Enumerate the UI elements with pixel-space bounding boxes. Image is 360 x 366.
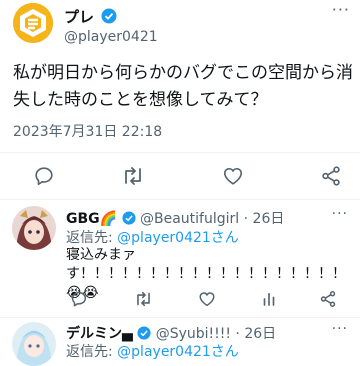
reply-display-name[interactable]: GBG🌈 (66, 211, 117, 227)
retweet-icon[interactable] (120, 163, 146, 189)
retweet-icon[interactable] (130, 286, 156, 312)
reply-header: GBG🌈 @Beautifulgirl · 26日 (66, 208, 284, 228)
main-display-name[interactable]: プレ (64, 8, 94, 26)
like-icon[interactable] (194, 286, 220, 312)
reply-to-handle[interactable]: @player0421さん (117, 230, 239, 246)
reply-date[interactable]: 26日 (244, 326, 276, 342)
more-options-icon[interactable]: ··· (332, 0, 350, 19)
more-options-icon[interactable]: ··· (332, 206, 348, 222)
reply-handle[interactable]: @Syubi!!!! (156, 326, 231, 342)
main-tweet-text: 私が明日から何らかのバグでこの空間から消失した時のことを想像してみて？ (13, 63, 353, 110)
anime-avatar-icon (12, 322, 56, 366)
reply-handle[interactable]: @Beautifulgirl (140, 211, 239, 227)
anime-avatar-icon (12, 206, 56, 250)
divider (0, 199, 360, 200)
reply-to-prefix: 返信先: (66, 230, 118, 246)
reply-icon[interactable] (66, 286, 92, 312)
separator-dot: · (235, 326, 240, 342)
reply-to-line: 返信先: @player0421さん (66, 341, 239, 361)
main-tweet-timestamp[interactable]: 2023年7月31日 22:18 (13, 121, 162, 141)
divider (0, 152, 360, 153)
reply-date[interactable]: 26日 (253, 211, 285, 227)
more-options-icon[interactable]: ··· (332, 321, 348, 337)
share-icon[interactable] (315, 286, 341, 312)
verified-badge-icon (121, 211, 136, 225)
verified-badge-icon (137, 326, 151, 340)
reply-avatar[interactable] (12, 206, 56, 250)
divider (0, 317, 360, 318)
like-icon[interactable] (220, 163, 246, 189)
reply-header: デルミン▄ @Syubi!!!! · 26日 (66, 323, 276, 343)
reply-to-prefix: 返信先: (66, 344, 118, 360)
reply-display-name[interactable]: デルミン▄ (66, 326, 133, 342)
main-display-name-row[interactable]: プレ (64, 6, 117, 27)
main-handle[interactable]: @player0421 (64, 29, 158, 45)
analytics-icon[interactable] (256, 286, 282, 312)
share-icon[interactable] (318, 163, 344, 189)
reply-icon[interactable] (31, 163, 57, 189)
reply-to-handle[interactable]: @player0421さん (117, 344, 239, 360)
reply-to-line: 返信先: @player0421さん (66, 227, 239, 247)
reply-avatar[interactable] (12, 322, 56, 366)
separator-dot: · (243, 211, 249, 227)
verified-badge-icon (101, 8, 117, 24)
main-avatar[interactable] (13, 3, 53, 43)
main-avatar-logo-icon (13, 3, 53, 43)
